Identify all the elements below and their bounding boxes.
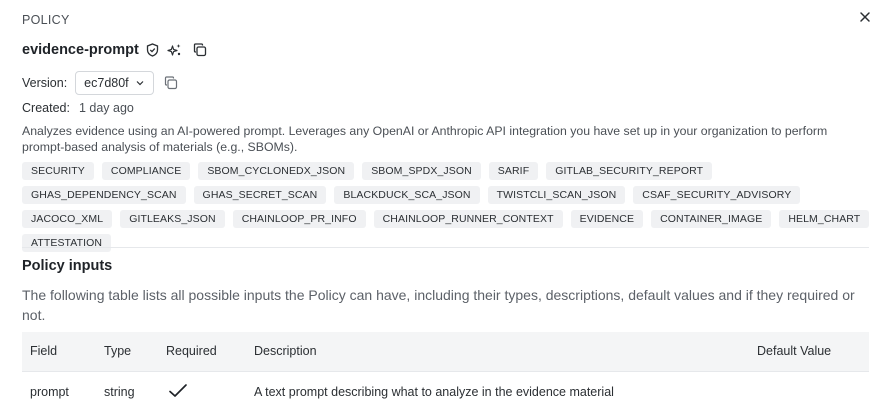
copy-name-button[interactable] [192, 42, 208, 58]
version-row: Version: ec7d80f [22, 71, 178, 95]
tag-chip: SECURITY [22, 162, 94, 180]
version-label: Version: [22, 76, 68, 90]
table-row: prompt string A text prompt describing w… [22, 373, 869, 409]
tag-chip: COMPLIANCE [101, 162, 191, 180]
input-field-name: prompt [30, 385, 69, 399]
copy-icon [193, 43, 206, 57]
close-icon [860, 12, 870, 22]
tag-chip: CSAF_SECURITY_ADVISORY [633, 186, 801, 204]
tag-chip: GHAS_DEPENDENCY_SCAN [22, 186, 186, 204]
created-label: Created: [22, 101, 70, 115]
tag-chip: GITLEAKS_JSON [120, 210, 225, 228]
tag-chip: SBOM_CYCLONEDX_JSON [198, 162, 355, 180]
tag-chip: CONTAINER_IMAGE [651, 210, 772, 228]
created-row: Created: 1 day ago [22, 101, 134, 115]
shield-check-icon [145, 42, 161, 58]
copy-icon [164, 76, 177, 90]
version-value: ec7d80f [84, 76, 129, 90]
version-select[interactable]: ec7d80f [75, 71, 154, 95]
panel-header-label: POLICY [22, 13, 70, 27]
policy-description: Analyzes evidence using an AI-powered pr… [22, 124, 828, 154]
tag-chip: SBOM_SPDX_JSON [362, 162, 481, 180]
tag-chip: BLACKDUCK_SCA_JSON [334, 186, 480, 204]
policy-inputs-title: Policy inputs [22, 258, 113, 274]
policy-inputs-description: The following table lists all possible i… [22, 287, 855, 323]
column-header-type: Type [104, 344, 132, 358]
tag-chip: ATTESTATION [22, 234, 112, 252]
tag-chip: SARIF [488, 162, 539, 180]
divider [22, 247, 869, 248]
checkmark-icon [168, 383, 188, 402]
tag-chip: CHAINLOOP_PR_INFO [232, 210, 366, 228]
tag-chip: JACOCO_XML [22, 210, 113, 228]
column-header-field: Field [30, 344, 58, 358]
inputs-table-header: Field Type Required Description Default … [22, 332, 869, 372]
sparkles-icon [167, 42, 183, 58]
input-field-type: string [104, 385, 135, 399]
tag-chip: CHAINLOOP_RUNNER_CONTEXT [373, 210, 563, 228]
chevron-down-icon [135, 78, 145, 88]
policy-name: evidence-prompt [22, 42, 139, 58]
column-header-description: Description [254, 344, 317, 358]
tag-chip: GHAS_SECRET_SCAN [193, 186, 327, 204]
column-header-required: Required [166, 344, 217, 358]
tag-list: SECURITY COMPLIANCE SBOM_CYCLONEDX_JSON SBO… [22, 162, 872, 252]
copy-version-button[interactable] [164, 76, 178, 90]
input-field-description: A text prompt describing what to analyze… [254, 385, 614, 399]
tag-chip: TWISTCLI_SCAN_JSON [487, 186, 626, 204]
created-value: 1 day ago [78, 101, 134, 115]
tag-chip: GITLAB_SECURITY_REPORT [546, 162, 713, 180]
policy-title-row: evidence-prompt [22, 40, 208, 60]
column-header-default-value: Default Value [757, 344, 832, 358]
tag-chip: EVIDENCE [570, 210, 644, 228]
close-button[interactable] [856, 8, 874, 26]
tag-chip: HELM_CHART [779, 210, 870, 228]
